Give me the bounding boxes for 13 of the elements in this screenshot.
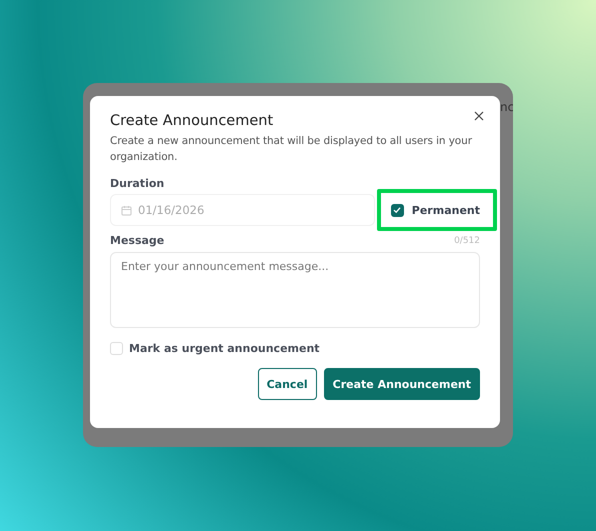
window-title: nc: [500, 100, 513, 114]
calendar-icon: [121, 204, 132, 216]
close-icon[interactable]: [472, 109, 486, 123]
character-counter: 0/512: [454, 236, 480, 246]
check-icon: [393, 206, 402, 214]
create-button[interactable]: Create Announcement: [324, 368, 480, 400]
message-field[interactable]: Enter your announcement message...: [110, 252, 480, 328]
dialog-description: Create a new announcement that will be displayed to all users in your organization.: [110, 134, 473, 165]
field-label: Message: [110, 234, 164, 247]
dialog-title: Create Announcement: [110, 113, 274, 129]
urgent-checkbox[interactable]: Mark as urgent announcement: [110, 342, 320, 355]
cancel-button[interactable]: Cancel: [258, 368, 317, 400]
field-label: Duration: [110, 177, 166, 190]
